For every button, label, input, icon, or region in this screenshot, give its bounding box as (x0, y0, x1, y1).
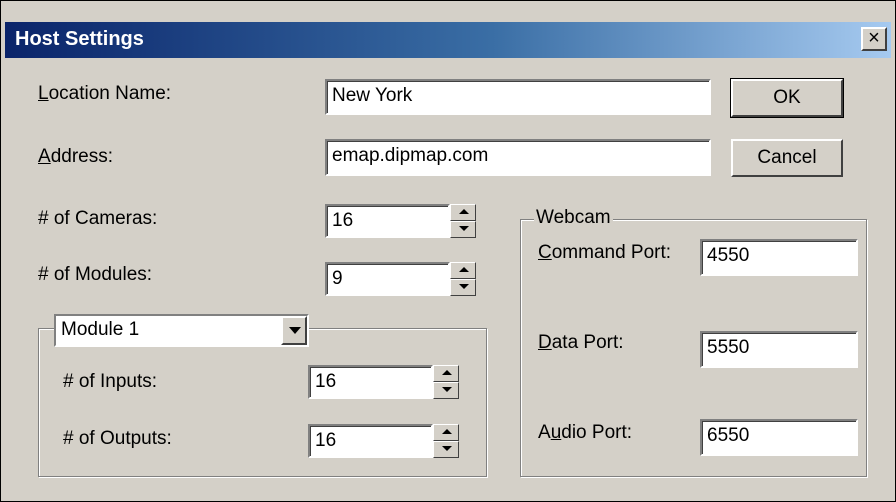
data-port-label: Data Port: (538, 332, 624, 353)
cameras-label: # of Cameras: (38, 208, 158, 229)
location-name-input[interactable]: New York (325, 79, 711, 115)
host-settings-dialog: Host Settings × Location Name: New York … (0, 0, 896, 502)
arrow-up-icon (459, 209, 469, 214)
location-name-label: Location Name: (38, 83, 172, 104)
inputs-up-button[interactable] (433, 365, 459, 382)
inputs-input[interactable]: 16 (308, 365, 433, 399)
modules-spinner[interactable] (450, 262, 476, 296)
command-port-label: Command Port: (538, 242, 672, 263)
address-input[interactable]: emap.dipmap.com (325, 139, 711, 176)
audio-port-input[interactable]: 6550 (700, 419, 858, 456)
arrow-down-icon (442, 387, 452, 392)
cameras-spinner[interactable] (450, 204, 476, 238)
arrow-up-icon (459, 267, 469, 272)
outputs-down-button[interactable] (433, 441, 459, 458)
cancel-button[interactable]: Cancel (731, 139, 843, 177)
inputs-down-button[interactable] (433, 382, 459, 399)
arrow-up-icon (442, 370, 452, 375)
cameras-down-button[interactable] (450, 221, 476, 238)
module-dropdown-button[interactable] (281, 316, 307, 345)
audio-port-label: Audio Port: (538, 422, 633, 443)
module-select-value: Module 1 (61, 319, 140, 340)
modules-down-button[interactable] (450, 279, 476, 296)
title-bar[interactable]: Host Settings × (5, 22, 891, 58)
modules-label: # of Modules: (38, 264, 153, 285)
ok-button[interactable]: OK (730, 78, 844, 118)
outputs-input[interactable]: 16 (308, 424, 433, 458)
close-icon[interactable]: × (861, 27, 887, 51)
arrow-down-icon (442, 446, 452, 451)
cameras-up-button[interactable] (450, 204, 476, 221)
arrow-up-icon (442, 429, 452, 434)
data-port-input[interactable]: 5550 (700, 331, 858, 368)
arrow-down-icon (459, 226, 469, 231)
outputs-up-button[interactable] (433, 424, 459, 441)
chevron-down-icon (289, 327, 301, 334)
address-label: Address: (38, 146, 113, 167)
outputs-label: # of Outputs: (63, 428, 172, 449)
dialog-title: Host Settings (15, 28, 144, 50)
command-port-input[interactable]: 4550 (700, 239, 858, 276)
outputs-spinner[interactable] (433, 424, 459, 458)
inputs-spinner[interactable] (433, 365, 459, 399)
modules-input[interactable]: 9 (325, 262, 450, 296)
module-select[interactable]: Module 1 (54, 314, 309, 347)
modules-up-button[interactable] (450, 262, 476, 279)
inputs-label: # of Inputs: (63, 371, 158, 392)
webcam-group-title: Webcam (534, 207, 613, 229)
arrow-down-icon (459, 284, 469, 289)
cameras-input[interactable]: 16 (325, 204, 450, 238)
